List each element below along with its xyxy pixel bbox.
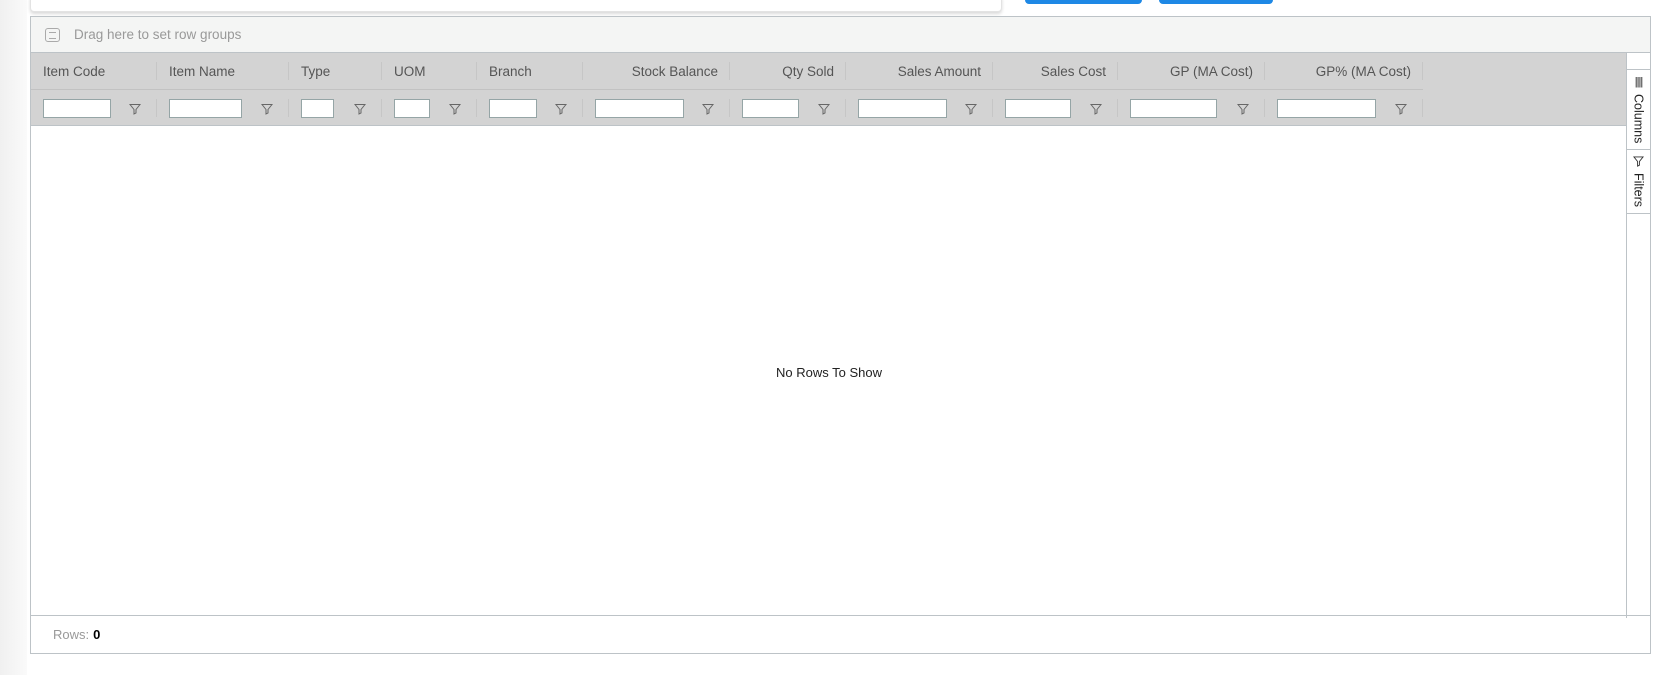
filter-icon[interactable] bbox=[817, 102, 831, 115]
filter-icon[interactable] bbox=[554, 102, 568, 115]
filter-icon[interactable] bbox=[964, 102, 978, 115]
filters-tool-button[interactable]: Filters bbox=[1627, 150, 1650, 215]
column-header-label: GP% (MA Cost) bbox=[1315, 63, 1411, 79]
columns-tool-button[interactable]: |||| Columns bbox=[1627, 69, 1650, 151]
column-filter-input[interactable] bbox=[394, 98, 430, 118]
columns-label: Columns bbox=[1631, 94, 1646, 144]
row-group-panel[interactable]: Drag here to set row groups bbox=[31, 17, 1650, 53]
column-filter bbox=[31, 90, 157, 126]
status-bar: Rows: 0 bbox=[31, 615, 1650, 653]
row-group-icon bbox=[45, 27, 60, 42]
column-header-label: GP (MA Cost) bbox=[1169, 63, 1253, 79]
column-header-label: Item Code bbox=[43, 63, 106, 79]
column-header-label: Item Name bbox=[169, 63, 236, 79]
filter-icon[interactable] bbox=[448, 102, 462, 115]
grid-header: Item Code Item Name Type UOM Branch Stock Bal… bbox=[31, 53, 1627, 126]
column-header[interactable]: Branch bbox=[477, 53, 583, 89]
column-header-label: Branch bbox=[489, 63, 532, 79]
filters-label: Filters bbox=[1631, 173, 1646, 208]
column-filter-input[interactable] bbox=[489, 98, 537, 118]
row-group-placeholder: Drag here to set row groups bbox=[74, 27, 242, 42]
column-filter-input[interactable] bbox=[43, 98, 111, 118]
column-filter bbox=[382, 90, 477, 126]
column-header[interactable]: GP (MA Cost) bbox=[1118, 53, 1265, 89]
column-filter-input[interactable] bbox=[1277, 98, 1376, 118]
column-filter bbox=[157, 90, 289, 126]
filter-icon[interactable] bbox=[128, 102, 142, 115]
column-filter-input[interactable] bbox=[169, 98, 242, 118]
column-filter bbox=[730, 90, 846, 126]
filter-row bbox=[31, 90, 1627, 126]
grid-body: No Rows To Show bbox=[31, 127, 1627, 618]
column-header[interactable]: Item Code bbox=[31, 53, 157, 89]
column-header-label: Qty Sold bbox=[782, 63, 834, 79]
filter-icon bbox=[1633, 156, 1644, 168]
column-filter-input[interactable] bbox=[742, 98, 799, 118]
column-header-label: UOM bbox=[394, 63, 426, 79]
column-filter-input[interactable] bbox=[1130, 98, 1217, 118]
column-filter bbox=[583, 90, 730, 126]
header-row: Item Code Item Name Type UOM Branch Stock Bal… bbox=[31, 53, 1423, 90]
no-rows-message: No Rows To Show bbox=[776, 365, 882, 380]
action-button-1[interactable] bbox=[1025, 0, 1142, 4]
data-grid: Drag here to set row groups Item Code Ite… bbox=[30, 16, 1651, 654]
column-filter bbox=[846, 90, 993, 126]
column-header[interactable]: Sales Cost bbox=[993, 53, 1118, 89]
column-filter-input[interactable] bbox=[1005, 98, 1071, 118]
column-filter-input[interactable] bbox=[858, 98, 947, 118]
column-header-label: Stock Balance bbox=[631, 63, 718, 79]
column-filter bbox=[1118, 90, 1265, 126]
action-button-2[interactable] bbox=[1159, 0, 1273, 4]
top-panel bbox=[30, 0, 1002, 12]
column-header-label: Sales Amount bbox=[897, 63, 981, 79]
column-header-label: Type bbox=[301, 63, 331, 79]
column-header[interactable]: UOM bbox=[382, 53, 477, 89]
filter-icon[interactable] bbox=[1394, 102, 1408, 115]
column-header[interactable]: Type bbox=[289, 53, 382, 89]
column-filter bbox=[993, 90, 1118, 126]
rows-count-label: Rows: bbox=[53, 627, 90, 642]
left-margin bbox=[0, 0, 27, 675]
column-filter bbox=[1265, 90, 1423, 126]
filter-icon[interactable] bbox=[353, 102, 367, 115]
column-header[interactable]: Sales Amount bbox=[846, 53, 993, 89]
filter-icon[interactable] bbox=[1236, 102, 1250, 115]
columns-icon: |||| bbox=[1634, 76, 1644, 88]
column-header[interactable]: Item Name bbox=[157, 53, 289, 89]
column-filter-input[interactable] bbox=[301, 98, 334, 118]
column-header-label: Sales Cost bbox=[1040, 63, 1106, 79]
side-bar: |||| Columns Filters bbox=[1626, 53, 1650, 618]
column-header[interactable]: Stock Balance bbox=[583, 53, 730, 89]
filter-icon[interactable] bbox=[701, 102, 715, 115]
column-header[interactable]: GP% (MA Cost) bbox=[1265, 53, 1423, 89]
rows-count-value: 0 bbox=[93, 627, 101, 642]
filter-icon[interactable] bbox=[260, 102, 274, 115]
column-filter-input[interactable] bbox=[595, 98, 684, 118]
filter-icon[interactable] bbox=[1089, 102, 1103, 115]
column-header[interactable]: Qty Sold bbox=[730, 53, 846, 89]
column-filter bbox=[477, 90, 583, 126]
column-filter bbox=[289, 90, 382, 126]
